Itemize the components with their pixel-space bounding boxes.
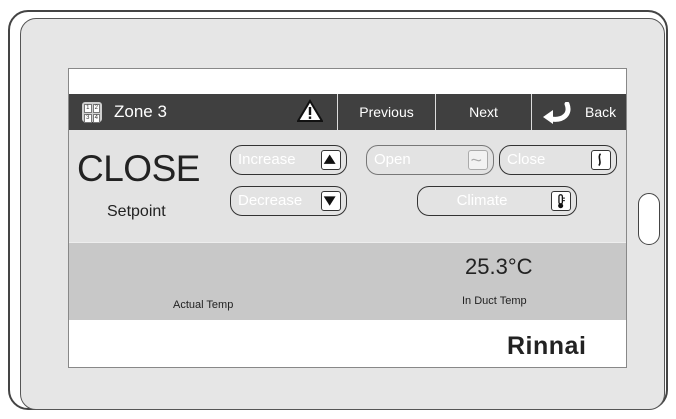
touch-screen: 1 2 3 4 Zone 3 Previous Next Back CLOSE … <box>68 68 627 368</box>
zone-title: Zone 3 <box>114 102 167 121</box>
footer: Rinnai <box>69 320 626 367</box>
zone-selector[interactable]: 1 2 3 4 Zone 3 <box>69 94 337 130</box>
increase-button[interactable]: Increase <box>230 145 347 175</box>
zone-digit: 4 <box>92 114 100 123</box>
actual-temp-label: Actual Temp <box>173 299 234 311</box>
thermometer-icon <box>551 191 571 211</box>
warning-icon[interactable] <box>297 99 323 123</box>
home-button[interactable] <box>638 193 660 245</box>
decrease-label: Decrease <box>238 192 303 209</box>
controls-panel: CLOSE Setpoint Increase Decrease Open Cl… <box>69 130 626 242</box>
in-duct-temp-label: In Duct Temp <box>462 295 527 307</box>
zone-digit: 1 <box>84 104 92 113</box>
close-button[interactable]: Close <box>499 145 617 175</box>
decrease-button[interactable]: Decrease <box>230 186 347 216</box>
back-label: Back <box>585 104 617 120</box>
damper-status: CLOSE <box>77 148 200 189</box>
open-label: Open <box>374 151 411 168</box>
setpoint-label: Setpoint <box>107 203 166 220</box>
readings-panel: 25.3°C Actual Temp In Duct Temp <box>69 242 626 321</box>
in-duct-temp-value: 25.3°C <box>465 254 533 279</box>
close-label: Close <box>507 151 546 168</box>
brand-logo: Rinnai <box>507 332 587 360</box>
next-button[interactable]: Next <box>435 94 531 130</box>
zone-grid-icon: 1 2 3 4 <box>82 102 102 123</box>
damper-open-icon <box>468 150 488 170</box>
climate-button[interactable]: Climate <box>417 186 577 216</box>
up-triangle-icon <box>321 150 341 170</box>
back-arrow-icon <box>543 102 571 124</box>
damper-close-icon <box>591 150 611 170</box>
back-button[interactable]: Back <box>531 94 626 130</box>
header-bar: 1 2 3 4 Zone 3 Previous Next Back <box>69 94 626 130</box>
zone-digit: 3 <box>84 114 92 123</box>
increase-label: Increase <box>238 151 296 168</box>
down-triangle-icon <box>321 191 341 211</box>
previous-button[interactable]: Previous <box>337 94 435 130</box>
climate-label: Climate <box>456 192 508 209</box>
open-button[interactable]: Open <box>366 145 494 175</box>
zone-digit: 2 <box>92 104 100 113</box>
